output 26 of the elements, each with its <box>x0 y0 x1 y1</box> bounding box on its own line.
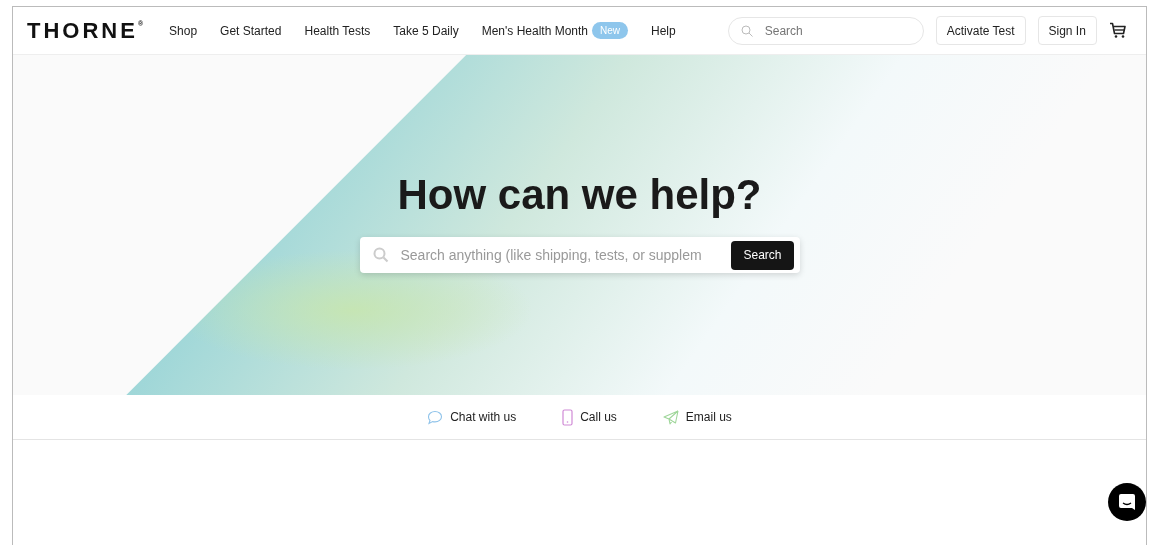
search-icon <box>372 247 389 263</box>
logo[interactable]: THORNE$^{®}$ <box>27 17 144 44</box>
chat-icon <box>1118 493 1136 511</box>
search-button[interactable]: Search <box>731 240 794 270</box>
nav-link[interactable]: Health Tests <box>304 23 371 38</box>
paper-plane-icon <box>662 409 679 425</box>
chat-launcher-button[interactable] <box>1108 483 1146 521</box>
contact-link[interactable]: Call us <box>562 408 617 426</box>
phone-icon <box>562 408 574 426</box>
chat-bubble-icon <box>427 409 444 425</box>
nav-link[interactable]: Men's Health Month New <box>481 22 628 39</box>
nav-link[interactable]: Shop <box>169 23 198 38</box>
search-field[interactable]: Search <box>762 22 911 39</box>
search-bar[interactable]: Search anything (like shipping, tests, or supplem Search <box>359 237 800 273</box>
contact-link[interactable]: Chat with us <box>427 409 517 425</box>
search-icon <box>740 24 753 37</box>
search-field[interactable]: Search anything (like shipping, tests, or supplem <box>398 246 722 264</box>
contact-link[interactable]: Email us <box>662 409 732 425</box>
new-badge: New <box>592 22 628 39</box>
header-button[interactable]: Sign In <box>1037 16 1097 45</box>
hero-title: How can we help? <box>397 171 762 219</box>
nav-link[interactable]: Help <box>651 23 676 38</box>
nav-link[interactable]: Get Started <box>220 23 282 38</box>
cart-icon[interactable] <box>1108 22 1127 39</box>
header-button[interactable]: Activate Test <box>935 16 1026 45</box>
nav-link[interactable]: Take 5 Daily <box>393 23 459 38</box>
